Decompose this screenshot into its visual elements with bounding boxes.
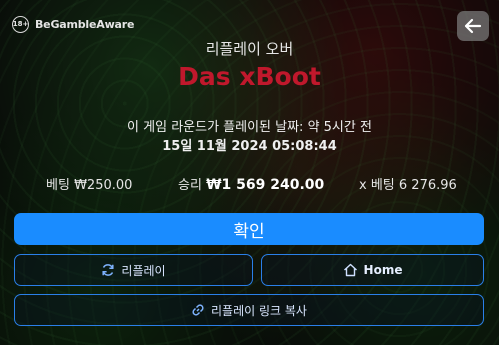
link-icon bbox=[191, 303, 205, 317]
game-title: Das xBoot bbox=[178, 62, 321, 91]
copy-replay-link-button[interactable]: 리플레이 링크 복사 bbox=[14, 294, 484, 326]
home-label: Home bbox=[363, 263, 403, 277]
replay-button[interactable]: 리플레이 bbox=[14, 254, 253, 286]
played-date: 15일 11월 2024 05:08:44 bbox=[162, 139, 337, 154]
replay-label: 리플레이 bbox=[121, 263, 166, 278]
win-label: 승리 bbox=[178, 178, 202, 193]
played-time-text: 이 게임 라운드가 플레이된 날짜: 약 5시간 전 bbox=[127, 120, 372, 135]
home-icon bbox=[343, 263, 358, 277]
bet-stat: 베팅 ₩250.00 bbox=[46, 174, 132, 193]
begambleaware-label: BeGambleAware bbox=[35, 17, 135, 31]
multiplier-label: x 베팅 bbox=[359, 178, 395, 193]
multiplier-stat: x 베팅 6 276.96 bbox=[359, 174, 457, 193]
age-restriction-badge: 18+ bbox=[12, 15, 29, 33]
multiplier-value: 6 276.96 bbox=[398, 178, 457, 193]
refresh-icon bbox=[101, 263, 115, 277]
replay-subtitle: 리플레이 오버 bbox=[205, 40, 294, 58]
arrow-left-icon bbox=[464, 18, 482, 34]
round-stats: 베팅 ₩250.00 승리 ₩1 569 240.00 x 베팅 6 276.9… bbox=[0, 174, 499, 193]
bet-label: 베팅 bbox=[46, 178, 70, 193]
back-button[interactable] bbox=[457, 11, 489, 41]
win-value: ₩1 569 240.00 bbox=[206, 177, 325, 193]
copy-link-label: 리플레이 링크 복사 bbox=[211, 303, 307, 318]
bet-value: ₩250.00 bbox=[74, 178, 133, 193]
confirm-button[interactable]: 확인 bbox=[14, 213, 484, 245]
begambleaware-logo: 18+ BeGambleAware bbox=[12, 13, 134, 35]
home-button[interactable]: Home bbox=[261, 254, 484, 286]
win-stat: 승리 ₩1 569 240.00 bbox=[178, 174, 324, 193]
